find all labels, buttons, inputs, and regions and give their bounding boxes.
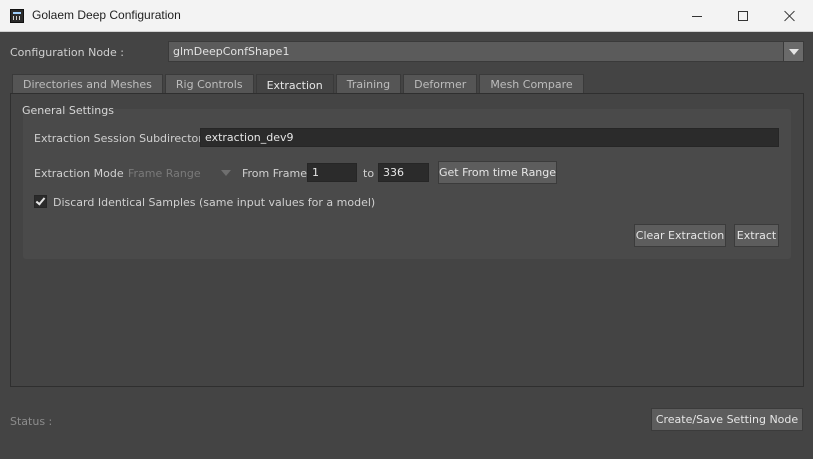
discard-identical-samples-checkbox[interactable] (34, 195, 47, 208)
session-subdirectory-input[interactable]: extraction_dev9 (200, 128, 779, 147)
get-from-time-range-button[interactable]: Get From time Range (438, 161, 557, 184)
status-label: Status : (10, 415, 53, 428)
from-frame-label: From Frame (242, 167, 308, 180)
extract-button[interactable]: Extract (734, 224, 779, 247)
from-frame-input[interactable]: 1 (307, 163, 357, 182)
tab-extraction[interactable]: Extraction (255, 74, 334, 95)
maximize-button[interactable] (720, 0, 766, 32)
window-title: Golaem Deep Configuration (32, 8, 181, 22)
config-node-select[interactable]: glmDeepConfShape1 (168, 41, 804, 62)
checkmark-icon (35, 195, 46, 206)
general-settings-title: General Settings (22, 104, 114, 117)
app-icon (10, 9, 24, 23)
clear-extraction-button[interactable]: Clear Extraction (634, 224, 726, 247)
discard-identical-samples-label: Discard Identical Samples (same input va… (53, 196, 376, 209)
tab-rig-controls[interactable]: Rig Controls (164, 74, 254, 94)
minimize-icon (692, 15, 702, 17)
tab-bar: Directories and Meshes Rig Controls Extr… (12, 74, 586, 95)
close-button[interactable] (767, 0, 813, 32)
tab-training[interactable]: Training (335, 74, 402, 94)
config-node-label: Configuration Node : (10, 46, 125, 59)
chevron-down-icon (221, 170, 231, 176)
to-frame-input[interactable]: 336 (378, 163, 429, 182)
create-save-setting-node-button[interactable]: Create/Save Setting Node (651, 408, 803, 431)
chevron-down-icon (788, 48, 799, 55)
config-node-dropdown-button[interactable] (783, 42, 803, 61)
to-frame-label: to (363, 167, 375, 180)
tab-mesh-compare[interactable]: Mesh Compare (479, 74, 584, 94)
close-icon (784, 10, 796, 22)
extraction-mode-label: Extraction Mode (34, 167, 124, 180)
title-bar: Golaem Deep Configuration (0, 0, 813, 32)
session-subdirectory-label: Extraction Session Subdirectory (34, 132, 210, 145)
tab-deformer[interactable]: Deformer (403, 74, 478, 94)
config-node-value: glmDeepConfShape1 (173, 45, 290, 58)
minimize-button[interactable] (674, 0, 720, 32)
extraction-mode-select[interactable]: Frame Range (128, 167, 201, 180)
maximize-icon (738, 11, 748, 21)
tab-directories-and-meshes[interactable]: Directories and Meshes (12, 74, 163, 94)
